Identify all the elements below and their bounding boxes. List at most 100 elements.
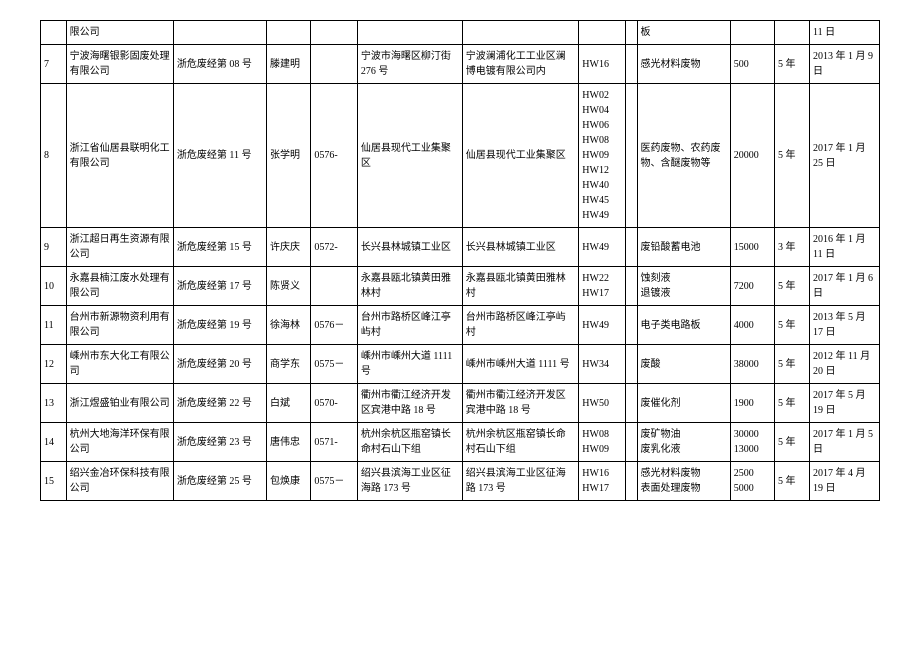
table-row: 8浙江省仙居县联明化工有限公司浙危废经第 11 号张学明0576-仙居县现代工业… — [41, 84, 880, 228]
cell-desc: 感光材料废物表面处理废物 — [637, 462, 730, 501]
cell-license: 浙危废经第 20 号 — [173, 345, 266, 384]
cell-license: 浙危废经第 19 号 — [173, 306, 266, 345]
cell-license: 浙危废经第 25 号 — [173, 462, 266, 501]
cell-date: 2013 年 1 月 9 日 — [809, 45, 879, 84]
cell-rep: 包焕康 — [267, 462, 311, 501]
cell-desc: 废酸 — [637, 345, 730, 384]
cell-phone — [311, 267, 358, 306]
cell-codes: HW16HW17 — [579, 462, 626, 501]
cell-phone: 0576- — [311, 84, 358, 228]
cell-license: 浙危废经第 08 号 — [173, 45, 266, 84]
cell-cls — [625, 84, 637, 228]
cell-license: 浙危废经第 23 号 — [173, 423, 266, 462]
cell-cls — [625, 306, 637, 345]
cell-phone: 0575－ — [311, 345, 358, 384]
cell-phone: 0571- — [311, 423, 358, 462]
cell-codes: HW16 — [579, 45, 626, 84]
cell-term: 5 年 — [775, 267, 810, 306]
cell-term: 5 年 — [775, 45, 810, 84]
cell-codes: HW02HW04HW06HW08HW09HW12HW40HW45HW49 — [579, 84, 626, 228]
cell-codes: HW50 — [579, 384, 626, 423]
cell-desc: 废矿物油废乳化液 — [637, 423, 730, 462]
cell-rep: 滕建明 — [267, 45, 311, 84]
cell-addr: 台州市路桥区峰江亭屿村 — [357, 306, 462, 345]
cell-idx: 15 — [41, 462, 67, 501]
cell-codes: HW49 — [579, 306, 626, 345]
cell-date: 2013 年 5 月 17 日 — [809, 306, 879, 345]
cell-date: 11 日 — [809, 21, 879, 45]
cell-rep: 张学明 — [267, 84, 311, 228]
cell-addr: 衢州市衢江经济开发区宾港中路 18 号 — [357, 384, 462, 423]
cell-cap: 500 — [730, 45, 774, 84]
cell-addr: 杭州余杭区瓶窑镇长命村石山下组 — [357, 423, 462, 462]
cell-loc: 台州市路桥区峰江亭屿村 — [462, 306, 579, 345]
cell-cap: 38000 — [730, 345, 774, 384]
cell-idx: 8 — [41, 84, 67, 228]
cell-loc: 绍兴县滨海工业区征海路 173 号 — [462, 462, 579, 501]
cell-term: 5 年 — [775, 462, 810, 501]
cell-company: 浙江煜盛铂业有限公司 — [66, 384, 173, 423]
cell-idx: 9 — [41, 228, 67, 267]
cell-rep — [267, 21, 311, 45]
cell-license: 浙危废经第 15 号 — [173, 228, 266, 267]
cell-company: 绍兴金冶环保科技有限公司 — [66, 462, 173, 501]
cell-cap: 20000 — [730, 84, 774, 228]
table-row: 12嵊州市东大化工有限公司浙危废经第 20 号商学东0575－嵊州市嵊州大道 1… — [41, 345, 880, 384]
cell-loc: 嵊州市嵊州大道 1111 号 — [462, 345, 579, 384]
cell-company: 台州市新源物资利用有限公司 — [66, 306, 173, 345]
table-row: 14杭州大地海洋环保有限公司浙危废经第 23 号唐伟忠0571-杭州余杭区瓶窑镇… — [41, 423, 880, 462]
cell-rep: 唐伟忠 — [267, 423, 311, 462]
cell-addr: 永嘉县瓯北镇黄田雅林村 — [357, 267, 462, 306]
cell-phone: 0572- — [311, 228, 358, 267]
cell-license: 浙危废经第 22 号 — [173, 384, 266, 423]
cell-idx: 10 — [41, 267, 67, 306]
cell-loc: 衢州市衢江经济开发区宾港中路 18 号 — [462, 384, 579, 423]
cell-cls — [625, 462, 637, 501]
cell-desc: 感光材料废物 — [637, 45, 730, 84]
cell-cap — [730, 21, 774, 45]
cell-company: 宁波海曙银影固废处理有限公司 — [66, 45, 173, 84]
cell-term: 5 年 — [775, 345, 810, 384]
cell-rep: 徐海林 — [267, 306, 311, 345]
cell-cls — [625, 267, 637, 306]
cell-addr — [357, 21, 462, 45]
cell-desc: 蚀刻液退镀液 — [637, 267, 730, 306]
cell-codes: HW49 — [579, 228, 626, 267]
cell-term: 5 年 — [775, 384, 810, 423]
cell-idx: 7 — [41, 45, 67, 84]
cell-phone: 0576－ — [311, 306, 358, 345]
cell-cap: 7200 — [730, 267, 774, 306]
cell-idx: 13 — [41, 384, 67, 423]
cell-rep: 陈贤义 — [267, 267, 311, 306]
cell-cls — [625, 45, 637, 84]
cell-cap: 25005000 — [730, 462, 774, 501]
cell-idx: 11 — [41, 306, 67, 345]
cell-addr: 仙居县现代工业集聚区 — [357, 84, 462, 228]
document-page: 限公司板11 日7宁波海曙银影固废处理有限公司浙危废经第 08 号滕建明宁波市海… — [0, 0, 920, 651]
cell-codes: HW22HW17 — [579, 267, 626, 306]
cell-phone — [311, 21, 358, 45]
cell-term: 5 年 — [775, 423, 810, 462]
cell-addr: 宁波市海曙区柳汀街 276 号 — [357, 45, 462, 84]
cell-cls — [625, 384, 637, 423]
cell-codes: HW34 — [579, 345, 626, 384]
table-row: 13浙江煜盛铂业有限公司浙危废经第 22 号白斌0570-衢州市衢江经济开发区宾… — [41, 384, 880, 423]
cell-desc: 废铅酸蓄电池 — [637, 228, 730, 267]
cell-phone: 0570- — [311, 384, 358, 423]
cell-cap: 1900 — [730, 384, 774, 423]
cell-company: 限公司 — [66, 21, 173, 45]
cell-loc: 永嘉县瓯北镇黄田雅林村 — [462, 267, 579, 306]
cell-term: 5 年 — [775, 84, 810, 228]
cell-idx: 14 — [41, 423, 67, 462]
cell-codes — [579, 21, 626, 45]
cell-rep: 白斌 — [267, 384, 311, 423]
cell-cap: 15000 — [730, 228, 774, 267]
cell-company: 永嘉县楠江废水处理有限公司 — [66, 267, 173, 306]
cell-license: 浙危废经第 11 号 — [173, 84, 266, 228]
cell-term — [775, 21, 810, 45]
cell-date: 2017 年 1 月 5 日 — [809, 423, 879, 462]
cell-addr: 绍兴县滨海工业区征海路 173 号 — [357, 462, 462, 501]
cell-date: 2017 年 4 月 19 日 — [809, 462, 879, 501]
cell-rep: 商学东 — [267, 345, 311, 384]
table-row: 15绍兴金冶环保科技有限公司浙危废经第 25 号包焕康0575－绍兴县滨海工业区… — [41, 462, 880, 501]
